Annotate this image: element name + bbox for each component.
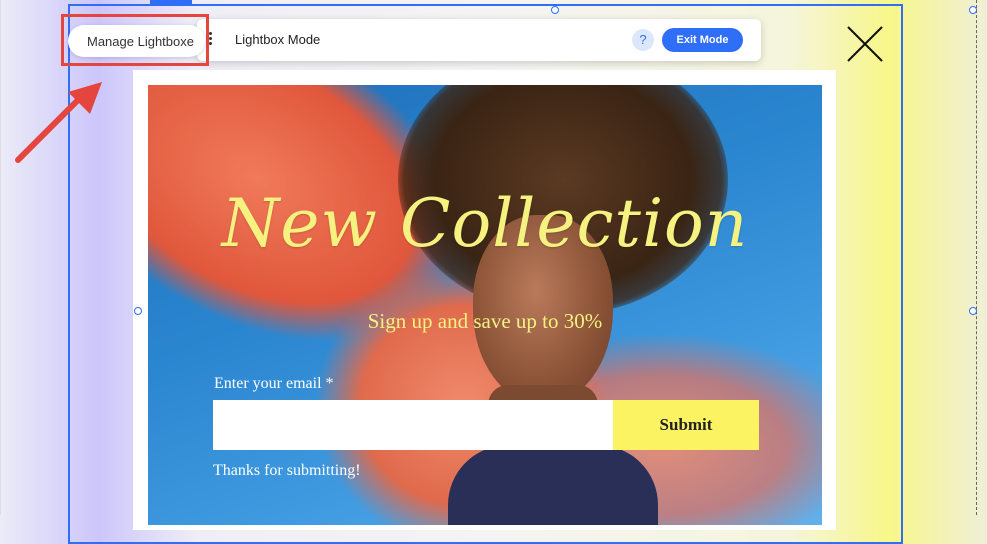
page-gridline bbox=[976, 0, 977, 515]
drag-handle-icon[interactable] bbox=[209, 32, 212, 47]
resize-handle-top-right[interactable] bbox=[969, 6, 977, 14]
resize-handle-top[interactable] bbox=[551, 6, 559, 14]
close-icon[interactable] bbox=[845, 24, 885, 64]
annotation-arrow bbox=[15, 82, 102, 163]
resize-handle-left[interactable] bbox=[134, 307, 142, 315]
annotation-highlight bbox=[61, 14, 209, 66]
selection-tab bbox=[150, 0, 192, 5]
mode-title: Lightbox Mode bbox=[235, 32, 321, 47]
resize-handle-right[interactable] bbox=[969, 307, 977, 315]
lightbox-mode-toolbar: Lightbox Mode ? Exit Mode bbox=[197, 19, 761, 61]
canvas-edge bbox=[0, 0, 1, 515]
selection-frame[interactable] bbox=[68, 4, 977, 544]
help-icon[interactable]: ? bbox=[632, 29, 654, 51]
exit-mode-button[interactable]: Exit Mode bbox=[662, 28, 743, 52]
